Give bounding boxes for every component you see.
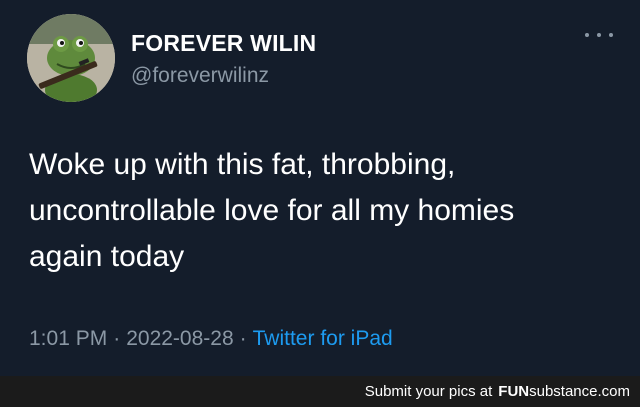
- watermark-brand-bold: FUN: [498, 383, 530, 400]
- watermark-text: Submit your pics at FUNsubstance.com: [365, 383, 630, 400]
- tweet-text-line: uncontrollable love for all my homies: [29, 194, 515, 227]
- watermark-brand-rest: substance.com: [529, 383, 630, 400]
- more-options-icon[interactable]: [585, 28, 613, 42]
- author-handle[interactable]: @foreverwilinz: [131, 64, 269, 88]
- tweet-text: Woke up with this fat, throbbing, uncont…: [29, 142, 619, 280]
- separator: ·: [113, 327, 121, 350]
- dot: [597, 33, 601, 37]
- tweet-client-link[interactable]: Twitter for iPad: [253, 327, 393, 350]
- tweet-metadata: 1:01 PM · 2022-08-28 · Twitter for iPad: [29, 327, 393, 351]
- frog-avatar-icon[interactable]: [27, 14, 115, 102]
- watermark-footer: Submit your pics at FUNsubstance.com: [0, 376, 640, 407]
- screenshot-frame: FOREVER WILIN @foreverwilinz Woke up wit…: [0, 0, 640, 407]
- watermark-prefix: Submit your pics at: [364, 383, 493, 400]
- dot: [585, 33, 589, 37]
- author-name[interactable]: FOREVER WILIN: [131, 30, 316, 57]
- dot: [609, 33, 613, 37]
- tweet-text-line: Woke up with this fat, throbbing,: [29, 148, 456, 181]
- tweet-card: FOREVER WILIN @foreverwilinz Woke up wit…: [0, 0, 640, 376]
- tweet-time[interactable]: 1:01 PM: [29, 327, 107, 350]
- tweet-text-line: again today: [29, 240, 185, 273]
- separator: ·: [239, 327, 247, 350]
- tweet-date[interactable]: 2022-08-28: [126, 327, 233, 350]
